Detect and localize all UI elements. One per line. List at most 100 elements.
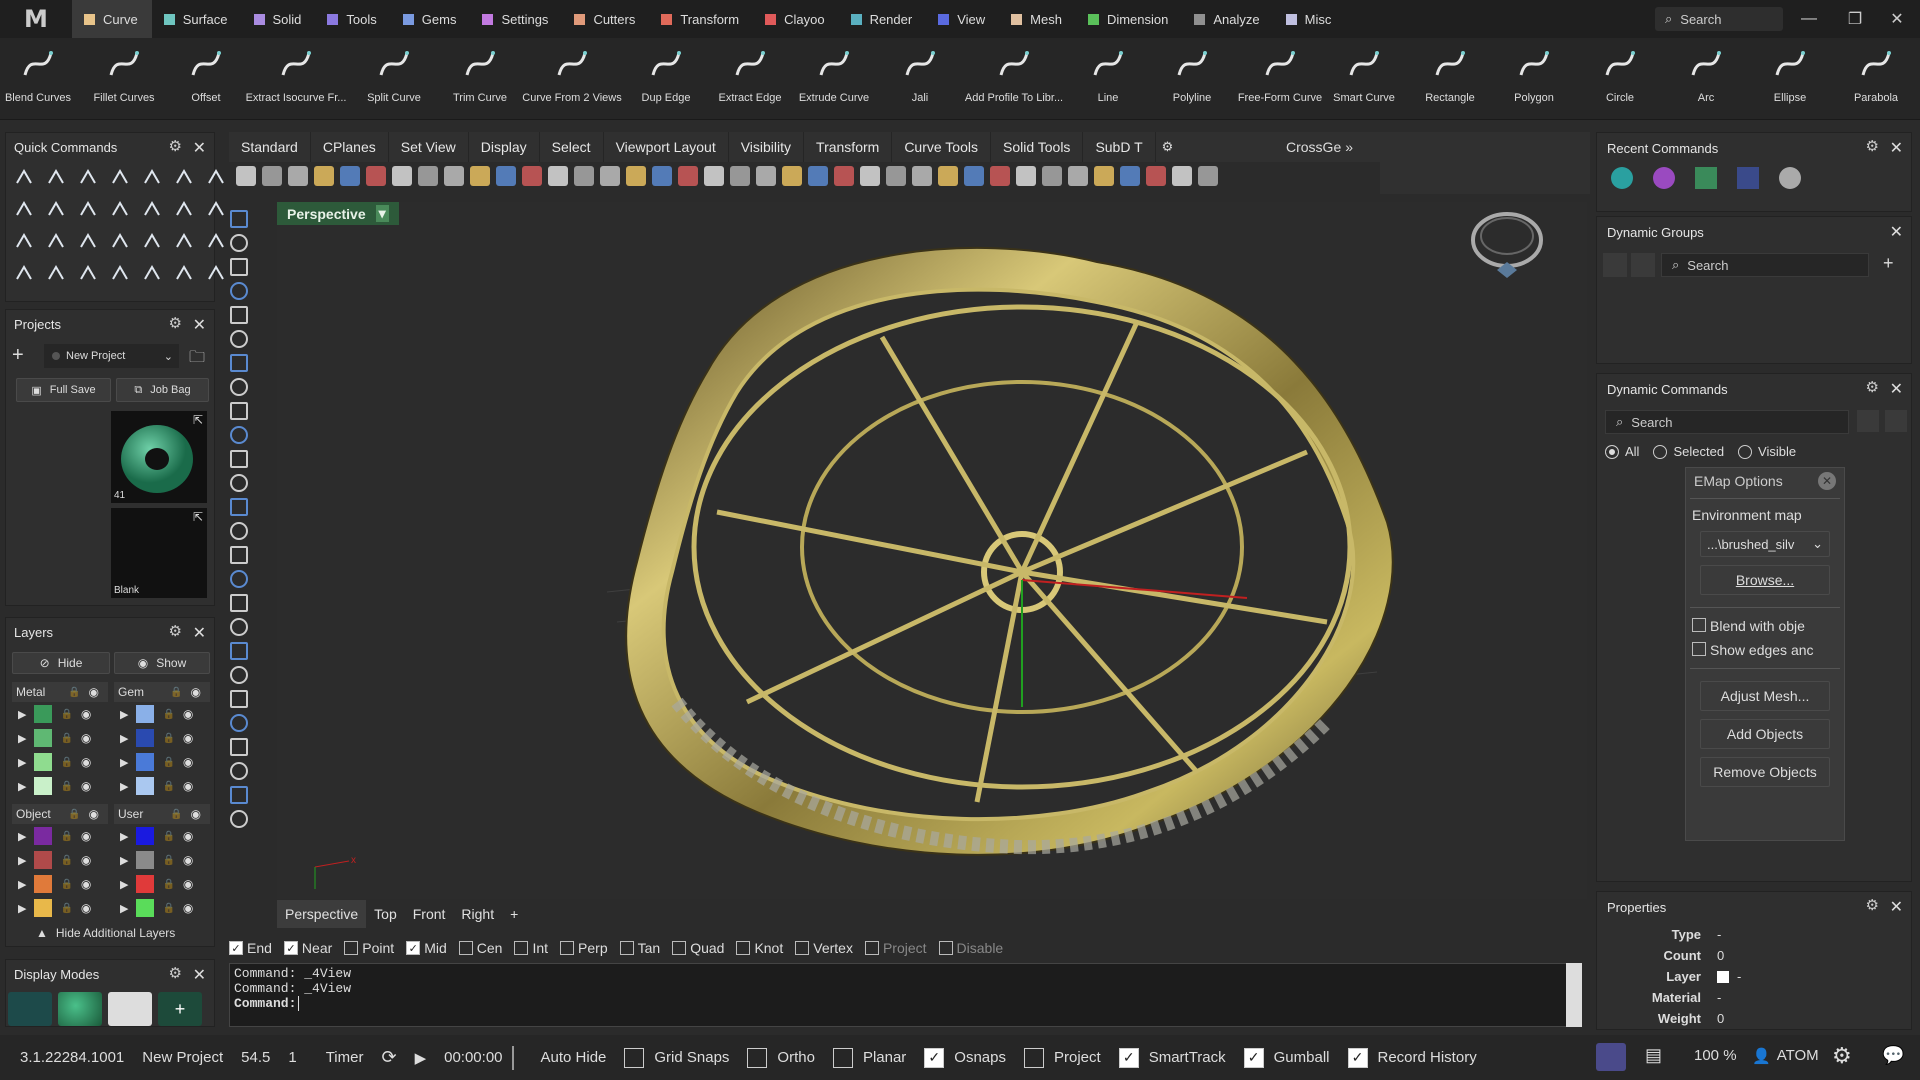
add-display-mode-icon[interactable]: + <box>158 992 202 1026</box>
viewport-tab-top[interactable]: Top <box>366 900 405 928</box>
close-icon[interactable]: ✕ <box>193 623 206 643</box>
toolbar-icon[interactable] <box>860 166 880 186</box>
wireframe-mode-icon[interactable] <box>8 992 52 1026</box>
toolbar-icon[interactable] <box>1120 166 1140 186</box>
toggle-grid-snaps[interactable]: Grid Snaps <box>615 1047 738 1068</box>
expand-icon[interactable]: ▶ <box>18 780 26 793</box>
menu-tab-dimension[interactable]: Dimension <box>1076 0 1182 38</box>
quick-command-icon[interactable] <box>140 165 164 189</box>
osnap-end[interactable]: ✓ End <box>229 940 272 956</box>
menu-tab-cutters[interactable]: Cutters <box>562 0 649 38</box>
vertical-tool-icon[interactable] <box>230 522 248 540</box>
eye-icon[interactable]: ◉ <box>81 853 91 867</box>
menu-tab-settings[interactable]: Settings <box>470 0 562 38</box>
add-project-icon[interactable]: + <box>12 344 34 366</box>
expand-icon[interactable]: ▶ <box>120 732 128 745</box>
osnap-knot[interactable]: Knot <box>736 940 783 956</box>
tab-curve-tools[interactable]: Curve Tools <box>892 132 991 162</box>
osnap-perp[interactable]: Perp <box>560 940 608 956</box>
ribbon-curve-from-2-views-button[interactable]: Curve From 2 Views <box>522 38 622 120</box>
layer-row[interactable]: ▶ 🔒 ◉ <box>12 750 108 774</box>
layer-color-swatch[interactable] <box>136 851 155 869</box>
toolbar-icon[interactable] <box>756 166 776 186</box>
toolbar-icon[interactable] <box>938 166 958 186</box>
eye-icon[interactable]: ◉ <box>183 877 193 891</box>
toolbar-icon[interactable] <box>1068 166 1088 186</box>
tab-solid-tools[interactable]: Solid Tools <box>991 132 1084 162</box>
layer-color-swatch[interactable] <box>34 851 53 869</box>
recent-sphere-icon[interactable] <box>1611 167 1633 189</box>
layer-row[interactable]: ▶ 🔒 ◉ <box>114 824 210 848</box>
add-group-icon[interactable]: + <box>1883 253 1894 274</box>
expand-icon[interactable]: ▶ <box>18 830 26 843</box>
quick-command-icon[interactable] <box>204 229 228 253</box>
recent-select-icon[interactable] <box>1737 167 1759 189</box>
tab-viewport-layout[interactable]: Viewport Layout <box>604 132 729 162</box>
app-switcher-icon[interactable] <box>1596 1043 1626 1071</box>
gear-icon[interactable]: ⚙ <box>169 314 182 332</box>
close-icon[interactable]: ✕ <box>1890 138 1903 158</box>
layer-row[interactable]: ▶ 🔒 ◉ <box>12 872 108 896</box>
menu-tab-analyze[interactable]: Analyze <box>1182 0 1273 38</box>
vertical-tool-icon[interactable] <box>230 714 248 732</box>
quick-command-icon[interactable] <box>140 229 164 253</box>
perspective-viewport[interactable]: x <box>277 202 1587 899</box>
add-objects-button[interactable]: Add Objects <box>1700 719 1830 749</box>
vertical-tool-icon[interactable] <box>230 690 248 708</box>
lock-icon[interactable]: 🔒 <box>60 831 72 842</box>
toggle-record-history[interactable]: ✓ Record History <box>1339 1047 1486 1068</box>
ribbon-extrude-curve-button[interactable]: Extrude Curve <box>784 38 884 120</box>
lock-icon[interactable]: 🔒 <box>162 781 174 792</box>
menu-tab-tools[interactable]: Tools <box>315 0 390 38</box>
layer-color-swatch[interactable] <box>34 729 53 747</box>
toolbar-icon[interactable] <box>288 166 308 186</box>
expand-icon[interactable]: ▶ <box>120 780 128 793</box>
menu-tab-surface[interactable]: Surface <box>152 0 242 38</box>
job-bag-button[interactable]: ⧉ Job Bag <box>116 378 209 402</box>
menu-tab-gems[interactable]: Gems <box>391 0 471 38</box>
toolbar-icon[interactable] <box>1094 166 1114 186</box>
eye-icon[interactable]: ◉ <box>88 807 98 821</box>
lock-icon[interactable]: 🔒 <box>68 687 80 698</box>
vertical-tool-icon[interactable] <box>230 594 248 612</box>
expand-icon[interactable]: ▶ <box>120 830 128 843</box>
viewport-tab-front[interactable]: Front <box>405 900 454 928</box>
eye-icon[interactable]: ◉ <box>81 877 91 891</box>
quick-command-icon[interactable] <box>172 165 196 189</box>
toolbar-icon[interactable] <box>834 166 854 186</box>
toolbar-icon[interactable] <box>808 166 828 186</box>
lock-icon[interactable]: 🔒 <box>60 903 72 914</box>
command-input[interactable] <box>298 996 308 1011</box>
shaded-mode-icon[interactable] <box>58 992 102 1026</box>
dynamic-commands-search[interactable]: ⌕ Search <box>1605 410 1849 434</box>
tab-visibility[interactable]: Visibility <box>729 132 805 162</box>
layer-row[interactable]: ▶ 🔒 ◉ <box>12 824 108 848</box>
vertical-tool-icon[interactable] <box>230 618 248 636</box>
quick-command-icon[interactable] <box>204 261 228 285</box>
layer-color-swatch[interactable] <box>136 827 155 845</box>
ribbon-polyline-button[interactable]: Polyline <box>1142 38 1242 120</box>
tab-standard[interactable]: Standard <box>229 132 311 162</box>
layer-group-header[interactable]: User 🔒 ◉ <box>114 804 210 824</box>
toggle-ortho[interactable]: Ortho <box>738 1047 824 1068</box>
add-viewport-icon[interactable]: + <box>502 900 526 928</box>
filter-visible[interactable]: Visible <box>1738 444 1796 459</box>
lock-icon[interactable]: 🔒 <box>60 757 72 768</box>
eye-icon[interactable]: ◉ <box>81 901 91 915</box>
vertical-tool-icon[interactable] <box>230 402 248 420</box>
layer-color-swatch[interactable] <box>34 827 53 845</box>
rendered-mode-icon[interactable] <box>108 992 152 1026</box>
expand-icon[interactable]: ▶ <box>120 902 128 915</box>
quick-command-icon[interactable] <box>108 165 132 189</box>
app-logo[interactable]: M <box>0 0 72 38</box>
gear-icon[interactable]: ⚙ <box>169 622 182 640</box>
quick-command-icon[interactable] <box>108 197 132 221</box>
quick-command-icon[interactable] <box>204 165 228 189</box>
expand-icon[interactable]: ▶ <box>18 708 26 721</box>
layer-row[interactable]: ▶ 🔒 ◉ <box>12 726 108 750</box>
filter-selected[interactable]: Selected <box>1653 444 1724 459</box>
menu-tab-clayoo[interactable]: Clayoo <box>753 0 838 38</box>
quick-command-icon[interactable] <box>108 261 132 285</box>
vertical-tool-icon[interactable] <box>230 546 248 564</box>
recent-gems-icon[interactable] <box>1653 167 1675 189</box>
